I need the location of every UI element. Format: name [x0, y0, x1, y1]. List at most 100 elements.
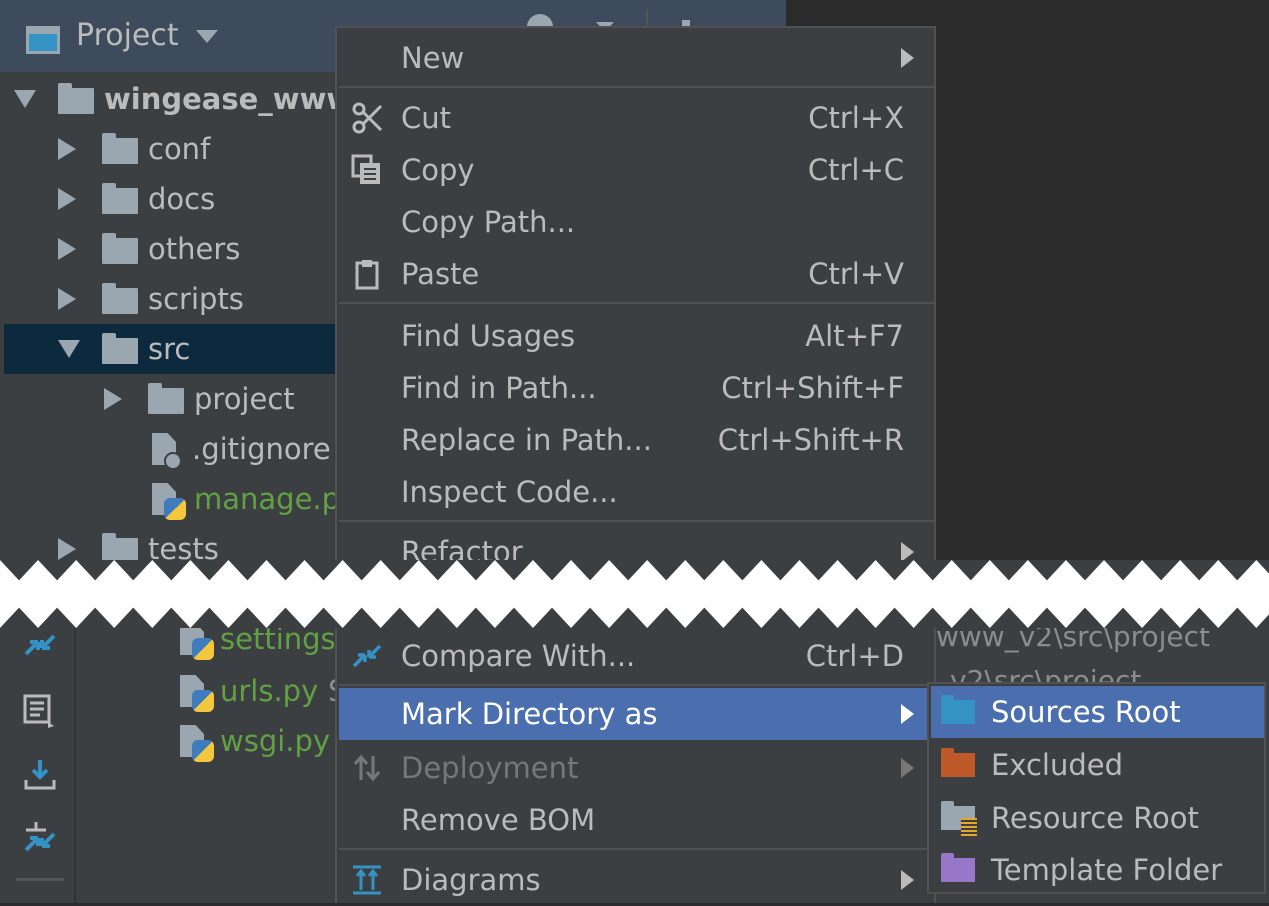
tree-item-label: docs [148, 182, 216, 216]
menu-item-label: Inspect Code... [401, 475, 618, 509]
tree-item-label: wingease_www_ [104, 82, 368, 116]
folder-icon [102, 233, 138, 264]
tree-item-root[interactable]: wingease_www_ [0, 74, 368, 124]
tree-item-gitignore[interactable]: .gitignore [0, 424, 340, 474]
tool-strip-divider [16, 878, 64, 881]
chevron-down-icon[interactable] [196, 30, 218, 43]
submenu-item-template-folder[interactable]: Template Folder [931, 844, 1264, 896]
menu-item-shortcut: Ctrl+Shift+F [721, 371, 904, 405]
collapse-arrow-icon[interactable] [58, 138, 76, 160]
copy-icon [351, 154, 380, 184]
tree-item-urls[interactable]: urls.py S [76, 666, 346, 716]
collapse-arrow-icon[interactable] [58, 238, 76, 260]
tree-item-label: .gitignore [192, 432, 331, 466]
menu-item-shortcut: Ctrl+C [807, 153, 904, 187]
menu-item-shortcut: Ctrl+V [808, 257, 904, 291]
submenu-item-resource-root[interactable]: Resource Root [931, 792, 1264, 844]
resource-badge-icon [961, 818, 977, 836]
compare-icon[interactable] [22, 628, 58, 662]
edit-list-icon[interactable] [22, 694, 58, 728]
menu-item-new[interactable]: New [339, 32, 934, 84]
menu-item-copy-path[interactable]: Copy Path... [339, 196, 934, 248]
submenu-item-label: Excluded [991, 748, 1124, 782]
menu-separator [339, 520, 934, 522]
collapse-arrow-icon[interactable] [58, 538, 76, 560]
menu-item-label: Remove BOM [401, 803, 596, 837]
menu-item-copy[interactable]: Copy Ctrl+C [339, 144, 934, 196]
menu-item-diagrams[interactable]: Diagrams [339, 854, 934, 906]
menu-item-label: Paste [401, 257, 480, 291]
menu-item-label: Refactor [401, 535, 523, 560]
expand-arrow-icon[interactable] [14, 90, 36, 108]
tree-item-src[interactable]: src [4, 324, 340, 374]
python-icon [164, 498, 186, 520]
tree-item-wsgi[interactable]: wsgi.py [76, 716, 338, 766]
menu-item-label: Find Usages [401, 319, 576, 353]
tree-item-label: project [194, 382, 295, 416]
tree-item-manage[interactable]: manage.p [0, 474, 340, 524]
submenu-arrow-icon [901, 758, 914, 778]
tree-item-label: wsgi.py [220, 724, 331, 758]
hierarchy-icon[interactable] [22, 820, 58, 854]
menu-item-shortcut: Ctrl+Shift+R [717, 423, 904, 457]
scissors-icon [352, 102, 383, 134]
tree-item-scripts[interactable]: scripts [0, 274, 340, 324]
tree-item-label: urls.py [220, 674, 319, 708]
tree-item-docs[interactable]: docs [0, 174, 340, 224]
submenu-item-sources-root[interactable]: Sources Root [931, 686, 1264, 738]
folder-icon [102, 133, 138, 164]
tree-item-others[interactable]: others [0, 224, 340, 274]
diagram-icon [353, 865, 381, 895]
collapse-arrow-icon[interactable] [58, 188, 76, 210]
menu-item-inspect-code[interactable]: Inspect Code... [339, 466, 934, 518]
menu-item-paste[interactable]: Paste Ctrl+V [339, 248, 934, 300]
menu-item-mark-directory-as[interactable]: Mark Directory as [339, 688, 934, 740]
menu-item-label: Compare With... [401, 639, 636, 673]
submenu-arrow-icon [901, 704, 914, 724]
menu-item-remove-bom[interactable]: Remove BOM [339, 794, 934, 846]
collapse-arrow-icon[interactable] [58, 288, 76, 310]
folder-icon [102, 533, 138, 560]
menu-item-deployment[interactable]: Deployment [339, 742, 934, 794]
menu-separator [339, 302, 934, 304]
expand-arrow-icon[interactable] [58, 340, 80, 358]
tree-item-tests[interactable]: tests [0, 524, 340, 560]
menu-item-label: Find in Path... [401, 371, 597, 405]
menu-item-compare-with[interactable]: Compare With... Ctrl+D [339, 630, 934, 682]
tree-item-label: tests [148, 532, 219, 560]
menu-item-shortcut: Alt+F7 [805, 319, 904, 353]
compare-icon [352, 644, 382, 668]
menu-item-shortcut: Ctrl+D [805, 639, 904, 673]
menu-item-replace-in-path[interactable]: Replace in Path... Ctrl+Shift+R [339, 414, 934, 466]
menu-separator [339, 86, 934, 88]
tree-item-conf[interactable]: conf [0, 124, 340, 174]
menu-item-refactor[interactable]: Refactor [339, 526, 934, 560]
download-icon[interactable] [22, 758, 58, 792]
menu-item-label: Cut [401, 101, 451, 135]
menu-item-label: New [401, 41, 465, 75]
menu-separator [339, 684, 934, 686]
menu-item-find-usages[interactable]: Find Usages Alt+F7 [339, 310, 934, 362]
submenu-arrow-icon [901, 542, 914, 560]
folder-icon [148, 383, 184, 414]
folder-icon [102, 283, 138, 314]
menu-item-label: Replace in Path... [401, 423, 652, 457]
project-window-icon [26, 26, 60, 54]
menu-item-label: Copy Path... [401, 205, 576, 239]
menu-item-label: Diagrams [401, 863, 541, 897]
submenu-item-excluded[interactable]: Excluded [931, 739, 1264, 791]
deployment-icon [353, 754, 381, 782]
python-icon [192, 690, 214, 712]
tree-item-label: src [148, 332, 191, 366]
tree-item-project[interactable]: project [0, 374, 340, 424]
tree-item-label: conf [148, 132, 211, 166]
menu-item-label: Mark Directory as [401, 697, 658, 731]
collapse-arrow-icon[interactable] [104, 388, 122, 410]
menu-item-find-in-path[interactable]: Find in Path... Ctrl+Shift+F [339, 362, 934, 414]
menu-item-cut[interactable]: Cut Ctrl+X [339, 92, 934, 144]
folder-icon [58, 83, 94, 114]
python-icon [192, 740, 214, 762]
tree-item-label: manage.p [194, 482, 341, 516]
project-panel-title[interactable]: Project [76, 18, 179, 53]
python-icon [192, 638, 214, 660]
